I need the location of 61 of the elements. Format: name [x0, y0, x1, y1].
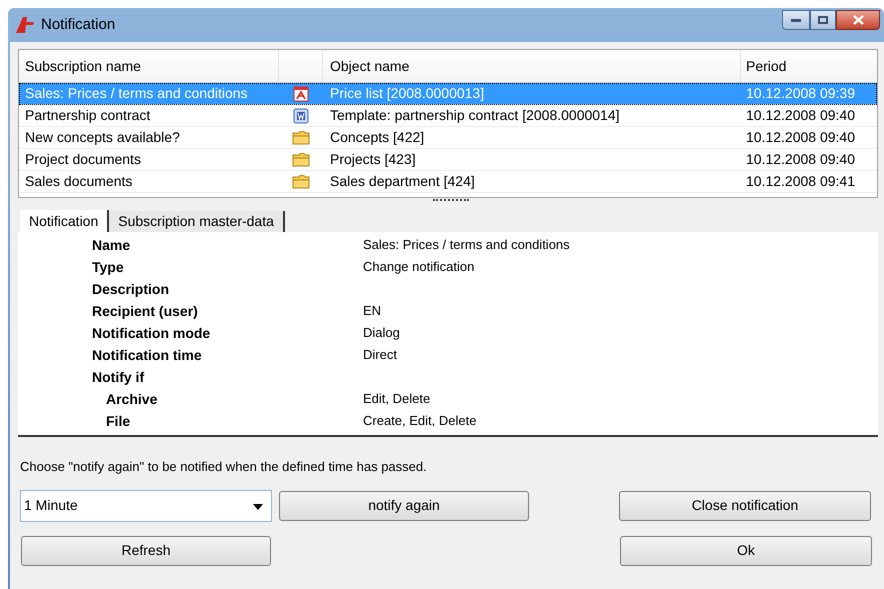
table-cell-text: New concepts available? [24, 128, 181, 147]
refresh-button[interactable]: Refresh [21, 536, 271, 566]
table-cell-text: Sales: Prices / terms and conditions [24, 84, 249, 103]
table-cell-text: 10.12.2008 09:40 [745, 128, 855, 147]
table-row[interactable]: New concepts available? Concepts [422] 10.12.2008 09:40 [19, 127, 877, 149]
dropdown-caret-icon [253, 504, 263, 510]
table-cell-text: Sales documents [24, 172, 134, 191]
close-notification-button[interactable]: Close notification [619, 490, 871, 520]
app-logo-icon [15, 16, 35, 34]
tab[interactable]: Notification [20, 210, 110, 232]
close-icon [852, 15, 864, 25]
notify-again-button[interactable]: notify again [279, 490, 529, 520]
property-label: Archive [105, 390, 158, 408]
folder-icon [292, 152, 310, 167]
table-row[interactable]: Partnership contract Template: partnership contract [2008.0000014] 10.12.2008 09:40 [19, 105, 877, 127]
pdf-icon [292, 86, 310, 102]
property-label: Description [91, 280, 170, 299]
column-header[interactable]: Subscription name [19, 50, 279, 82]
table-cell-text: 10.12.2008 09:40 [745, 106, 855, 125]
table-cell-text: 10.12.2008 09:39 [745, 84, 855, 103]
table-cell-text: Concepts [422] [329, 128, 426, 147]
property-label: Notification mode [91, 324, 212, 342]
table-cell-text: Partnership contract [24, 106, 152, 125]
table-cell-text: Template: partnership contract [2008.0000014] [329, 106, 621, 125]
table-cell-text: Price list [2008.0000013] [329, 84, 486, 103]
table-cell-text: 10.12.2008 09:41 [745, 172, 855, 191]
column-header[interactable]: Object name [323, 50, 741, 82]
window-title: Notification [41, 14, 116, 35]
property-value: Sales: Prices / terms and conditions [363, 236, 570, 254]
property-label: Type [91, 258, 125, 277]
folder-icon [292, 174, 310, 189]
property-label: Name [91, 236, 132, 254]
maximize-icon [818, 16, 828, 24]
maximize-button[interactable] [810, 10, 836, 30]
splitter-grip[interactable] [433, 199, 469, 202]
property-label: Recipient (user) [91, 302, 199, 321]
ok-button[interactable]: Ok [620, 536, 872, 566]
table-row[interactable]: Project documents Projects [423] 10.12.2008 09:40 [19, 149, 877, 171]
property-label: Notification time [91, 346, 203, 364]
interval-dropdown[interactable]: 1 Minute [20, 490, 272, 522]
table-cell-text: Projects [423] [329, 150, 417, 169]
table-row[interactable]: Sales documents Sales department [424] 10.12.2008 09:41 [19, 171, 877, 193]
property-value: Change notification [363, 258, 474, 276]
property-label: File [105, 412, 132, 430]
property-value: Dialog [363, 324, 400, 342]
property-value: Create, Edit, Delete [363, 412, 476, 430]
close-button[interactable] [836, 10, 880, 30]
property-label: Notify if [91, 368, 146, 387]
folder-icon [292, 130, 310, 145]
document-icon [293, 108, 309, 124]
table-cell-text: Project documents [24, 150, 142, 169]
tab[interactable]: Subscription master-data [109, 211, 285, 232]
minimize-icon [791, 18, 801, 22]
column-header[interactable]: Period [741, 50, 786, 82]
hint-text: Choose "notify again" to be notified when the defined time has passed. [20, 458, 428, 476]
table-cell-text: Sales department [424] [329, 172, 476, 191]
table-cell-text: 10.12.2008 09:40 [745, 150, 855, 169]
property-value: Direct [363, 346, 397, 364]
property-value: EN [363, 302, 382, 320]
property-value: Edit, Delete [363, 390, 430, 408]
minimize-button[interactable] [782, 10, 810, 30]
